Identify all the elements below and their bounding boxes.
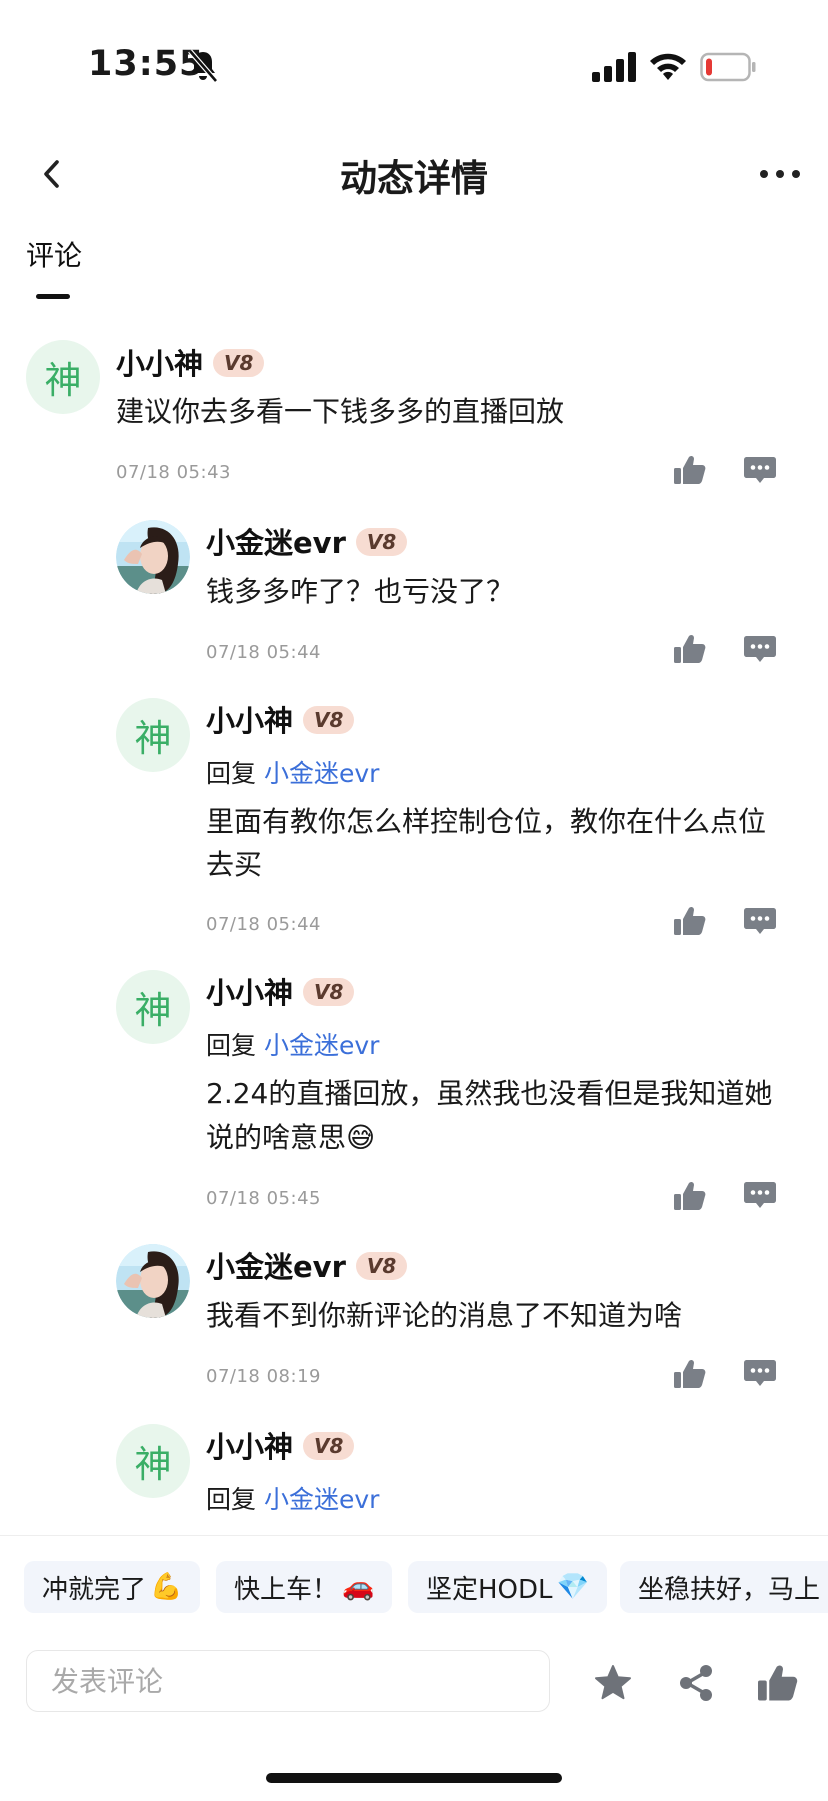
share-icon[interactable] xyxy=(678,1664,714,1702)
comment-time: 07/18 05:43 xyxy=(116,462,231,483)
comment-time: 07/18 08:19 xyxy=(206,1366,321,1387)
more-icon[interactable] xyxy=(752,156,808,192)
author-name[interactable]: 小小神 xyxy=(206,704,293,738)
comment-author[interactable]: 小小神 V8 xyxy=(206,1424,355,1466)
quick-reply-chip[interactable]: 冲就完了 💪 xyxy=(24,1561,201,1613)
message-icon[interactable] xyxy=(744,457,776,483)
chip-label: 快上车！ xyxy=(234,1574,339,1605)
tab-indicator xyxy=(36,294,70,299)
comment-author[interactable]: 小小神 V8 xyxy=(206,698,355,740)
reply-line: 回复 小金迷evr xyxy=(206,754,379,790)
level-badge: V8 xyxy=(213,349,265,377)
reply-user-link[interactable]: 小金迷evr xyxy=(264,759,379,788)
star-icon[interactable] xyxy=(594,1664,632,1702)
chip-emoji: 💎 xyxy=(556,1572,589,1602)
comment-text-continued: 去买 xyxy=(206,848,263,881)
quick-reply-chip[interactable]: 快上车！ 🚗 xyxy=(216,1561,393,1613)
chip-emoji: 💪 xyxy=(150,1572,183,1602)
chip-emoji: 🚗 xyxy=(342,1572,375,1602)
like-icon[interactable] xyxy=(674,1181,706,1211)
level-badge: V8 xyxy=(303,1432,355,1460)
signal-icon xyxy=(592,52,636,82)
message-icon[interactable] xyxy=(744,636,776,662)
comment-text: 2.24的直播回放，虽然我也没看但是我知道她 xyxy=(206,1077,773,1110)
like-icon[interactable] xyxy=(674,455,706,485)
comment-time: 07/18 05:44 xyxy=(206,642,321,663)
reply-line: 回复 小金迷evr xyxy=(206,1480,379,1516)
comment-text: 我看不到你新评论的消息了不知道为啥 xyxy=(206,1299,683,1332)
comment-author[interactable]: 小小神 V8 xyxy=(206,970,355,1012)
wifi-icon xyxy=(650,53,686,80)
like-icon[interactable] xyxy=(674,634,706,664)
message-icon[interactable] xyxy=(744,908,776,934)
avatar[interactable]: 神 xyxy=(116,1424,190,1498)
like-icon[interactable] xyxy=(674,1359,706,1389)
like-icon[interactable] xyxy=(674,906,706,936)
comment-text: 钱多多咋了？也亏没了？ xyxy=(206,575,515,608)
avatar[interactable] xyxy=(116,1244,190,1318)
chip-label: 冲就完了 xyxy=(42,1574,147,1605)
level-badge: V8 xyxy=(303,978,355,1006)
like-icon[interactable] xyxy=(758,1664,798,1702)
comment-author[interactable]: 小小神 V8 xyxy=(116,341,265,383)
author-name[interactable]: 小小神 xyxy=(206,1430,293,1464)
avatar[interactable] xyxy=(116,520,190,594)
level-badge: V8 xyxy=(303,706,355,734)
reply-prefix: 回复 xyxy=(206,1485,257,1514)
level-badge: V8 xyxy=(355,1252,408,1280)
comment-author[interactable]: 小金迷evr V8 xyxy=(206,520,408,562)
message-icon[interactable] xyxy=(744,1182,776,1208)
comment-author[interactable]: 小金迷evr V8 xyxy=(206,1244,408,1286)
comment-time: 07/18 05:44 xyxy=(206,914,321,935)
author-name[interactable]: 小小神 xyxy=(116,347,203,381)
reply-line: 回复 小金迷evr xyxy=(206,1026,379,1062)
author-name[interactable]: 小金迷evr xyxy=(206,526,346,560)
chip-label: 坚定HODL xyxy=(426,1574,553,1605)
reply-prefix: 回复 xyxy=(206,759,257,788)
level-badge: V8 xyxy=(355,528,408,556)
avatar[interactable]: 神 xyxy=(116,970,190,1044)
message-icon[interactable] xyxy=(744,1360,776,1386)
avatar[interactable]: 神 xyxy=(116,698,190,772)
comment-text-continued: 说的啥意思😅 xyxy=(206,1121,376,1154)
reply-user-link[interactable]: 小金迷evr xyxy=(264,1031,379,1060)
comment-input[interactable] xyxy=(26,1650,550,1712)
page-title: 动态详情 xyxy=(340,157,488,200)
quick-reply-chip[interactable]: 坚定HODL 💎 xyxy=(408,1561,607,1613)
chip-label: 坐稳扶好，马上 xyxy=(638,1574,821,1605)
reply-user-link[interactable]: 小金迷evr xyxy=(264,1485,379,1514)
avatar[interactable]: 神 xyxy=(26,340,100,414)
quick-reply-chip[interactable]: 坐稳扶好，马上 xyxy=(620,1561,828,1613)
bell-slash-icon xyxy=(188,49,218,83)
author-name[interactable]: 小小神 xyxy=(206,976,293,1010)
reply-prefix: 回复 xyxy=(206,1031,257,1060)
comment-text: 建议你去多看一下钱多多的直播回放 xyxy=(116,395,565,428)
battery-icon xyxy=(700,52,756,82)
tab-comments[interactable]: 评论 xyxy=(26,234,82,274)
comment-time: 07/18 05:45 xyxy=(206,1188,321,1209)
home-indicator xyxy=(266,1773,562,1783)
author-name[interactable]: 小金迷evr xyxy=(206,1250,346,1284)
comment-text: 里面有教你怎么样控制仓位，教你在什么点位 xyxy=(206,805,767,838)
quick-reply-divider xyxy=(0,1535,828,1536)
